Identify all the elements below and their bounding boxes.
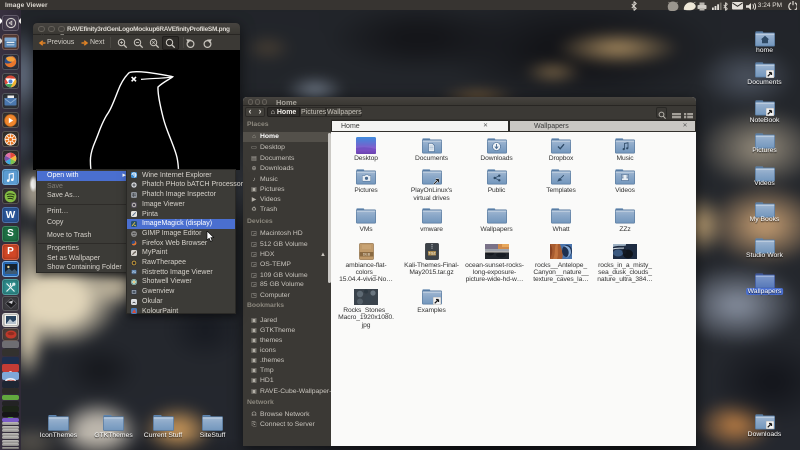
svg-text:DEB: DEB (362, 252, 370, 256)
svg-text:TGZ: TGZ (428, 251, 436, 255)
